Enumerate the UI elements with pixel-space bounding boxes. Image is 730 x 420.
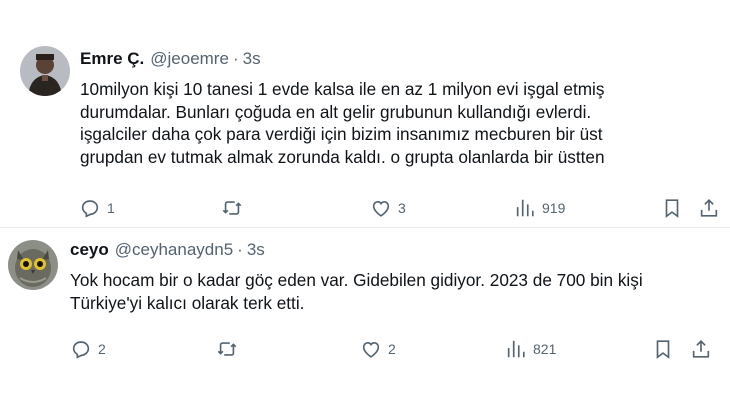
author-handle[interactable]: @jeoemre	[150, 49, 229, 69]
retweet-button[interactable]	[221, 196, 243, 220]
tweet-text-line: Yok hocam bir o kadar göç eden var. Gide…	[70, 270, 643, 290]
bookmark-icon	[656, 340, 670, 359]
reply-button[interactable]: 2	[70, 337, 106, 361]
bookmark-icon	[665, 199, 679, 218]
author-handle[interactable]: @ceyhanaydn5	[115, 240, 233, 260]
retweet-icon	[217, 342, 237, 356]
tweet[interactable]: ceyo @ceyhanaydn5 · 3s Yok hocam bir o k…	[0, 228, 730, 420]
separator-dot: ·	[232, 49, 239, 68]
like-button[interactable]: 2	[360, 337, 396, 361]
share-icon	[700, 199, 718, 217]
tweet-text-line: grupdan ev tutmak almak zorunda kaldı. o…	[80, 146, 605, 167]
views-icon	[516, 199, 534, 217]
like-count: 2	[388, 341, 396, 357]
tweet-text: 10milyon kişi 10 tanesi 1 evde kalsa ile…	[80, 78, 720, 168]
tweet[interactable]: Emre Ç. @jeoemre · 3s 10milyon kişi 10 t…	[0, 0, 730, 228]
author-name[interactable]: ceyo	[70, 240, 109, 260]
like-button[interactable]: 3	[370, 196, 406, 220]
tweet-text-line: Türkiye'yi kalıcı olarak terk etti.	[70, 292, 305, 313]
like-count: 3	[398, 200, 406, 216]
like-icon	[362, 341, 380, 358]
bookmark-button[interactable]	[652, 337, 674, 361]
avatar[interactable]	[20, 46, 70, 96]
retweet-icon	[222, 201, 242, 215]
tweet-text-line: durumdalar. Bunları çoğuda en alt gelir …	[80, 101, 592, 122]
timestamp[interactable]: 3s	[247, 240, 265, 260]
tweet-text-line: 10milyon kişi 10 tanesi 1 evde kalsa ile…	[80, 79, 605, 99]
separator-dot: ·	[237, 240, 243, 259]
views-button[interactable]: 821	[505, 337, 556, 361]
share-icon	[692, 340, 710, 358]
like-icon	[372, 200, 390, 217]
reply-count: 1	[107, 200, 115, 216]
views-count: 919	[542, 200, 566, 216]
share-button[interactable]	[698, 196, 720, 220]
author-name[interactable]: Emre Ç.	[80, 49, 144, 69]
tweet-header: Emre Ç. @jeoemre · 3s	[80, 49, 261, 69]
avatar[interactable]	[8, 240, 58, 290]
tweet-text-line: işgalciler daha çok para verdiği için bi…	[80, 124, 603, 144]
action-bar: 1 3 919	[0, 196, 730, 220]
reply-icon	[81, 200, 99, 218]
reply-count: 2	[98, 341, 106, 357]
tweet-text: Yok hocam bir o kadar göç eden var. Gide…	[70, 269, 720, 314]
tweet-header: ceyo @ceyhanaydn5 · 3s	[70, 240, 265, 260]
retweet-button[interactable]	[216, 337, 238, 361]
bookmark-button[interactable]	[661, 196, 683, 220]
views-count: 821	[533, 341, 557, 357]
views-button[interactable]: 919	[514, 196, 565, 220]
reply-icon	[72, 341, 90, 359]
timestamp[interactable]: 3s	[243, 49, 261, 69]
views-icon	[507, 340, 525, 358]
action-bar: 2 2 821	[0, 337, 730, 361]
reply-button[interactable]: 1	[79, 196, 115, 220]
share-button[interactable]	[690, 337, 712, 361]
